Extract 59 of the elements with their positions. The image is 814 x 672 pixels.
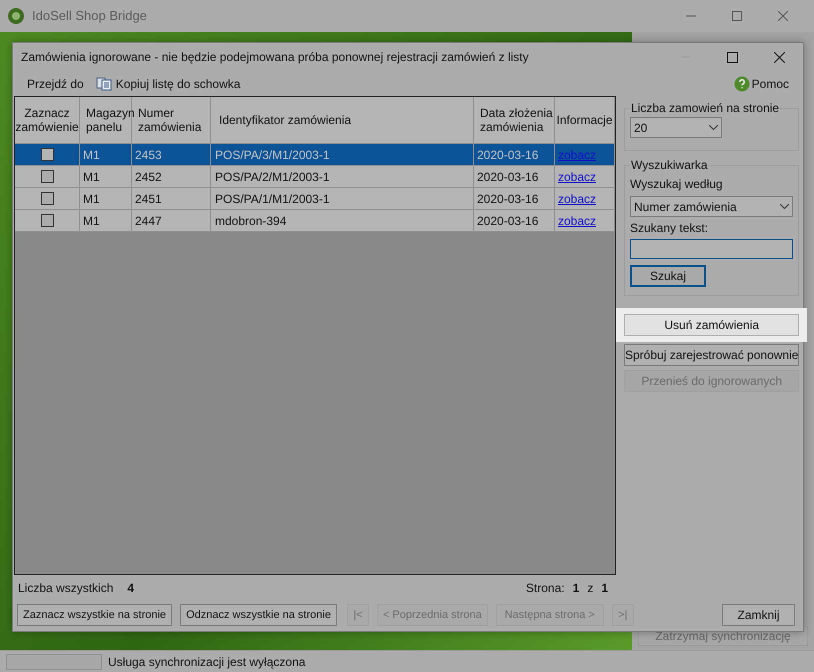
table-cell-text: POS/PA/2/M1/2003-1: [215, 168, 330, 186]
group-label: Wyszukiwarka: [630, 157, 709, 174]
table-cell-text: 2447: [135, 212, 162, 230]
table-cell-text: 2020-03-16: [477, 168, 538, 186]
table-cell-text: 2020-03-16: [477, 190, 538, 208]
per-page-dropdown[interactable]: 20: [630, 117, 722, 138]
chevron-icon: [709, 125, 718, 130]
search-by-dropdown[interactable]: Numer zamówienia: [630, 196, 794, 217]
table-cell-text: POS/PA/1/M1/2003-1: [215, 190, 330, 208]
select-all-button[interactable]: Zaznacz wszystkie na stronie: [17, 604, 172, 626]
page-label: Strona:: [526, 580, 565, 596]
table-cell-text: POS/PA/3/M1/2003-1: [215, 146, 330, 164]
copy-list-button[interactable]: Kopiuj listę do schowka: [96, 74, 240, 92]
group-label: Liczba zamowień na stronie: [630, 100, 780, 117]
total-label: Liczba wszystkich: [18, 580, 114, 596]
go-to-menu[interactable]: Przejdź do: [27, 74, 84, 92]
dialog-title: Zamówienia ignorowane - nie będzie podejmowana próba ponownej rejestracji zamówień z listy: [21, 49, 529, 66]
checkbox[interactable]: [40, 148, 54, 161]
table-cell-text: 2020-03-16: [477, 146, 538, 164]
close-button[interactable]: Zamknij: [722, 604, 795, 626]
search-button[interactable]: Szukaj: [630, 265, 706, 287]
page-separator: z: [587, 580, 594, 596]
retry-register-button[interactable]: Spróbuj zarejestrować ponownie: [624, 344, 800, 366]
table-cell-text: M1: [83, 168, 100, 186]
field-label: Wyszukaj według: [630, 176, 724, 193]
checkbox[interactable]: [40, 192, 54, 205]
chevron-icon: [780, 204, 790, 209]
table-row[interactable]: M1 2452 POS/PA/2/M1/2003-1 2020-03-16 zobacz: [15, 166, 615, 188]
checkbox[interactable]: [40, 170, 54, 183]
field-label: Szukany tekst:: [630, 220, 710, 237]
checkbox[interactable]: [40, 214, 54, 227]
table-row[interactable]: M1 2451 POS/PA/1/M1/2003-1 2020-03-16 zobacz: [15, 188, 615, 210]
delete-orders-button[interactable]: Usuń zamówienia: [624, 314, 800, 336]
deselect-all-button[interactable]: Odznacz wszystkie na stronie: [180, 604, 337, 626]
table-cell-text: M1: [83, 146, 100, 164]
details-link[interactable]: zobacz: [558, 168, 596, 186]
table-cell-text: 2452: [135, 168, 162, 186]
table-cell-text: 2020-03-16: [477, 212, 538, 230]
help-icon: [734, 76, 750, 92]
copy-icon: [96, 76, 112, 90]
table-cell-text: M1: [83, 212, 100, 230]
table-cell-text: M1: [83, 190, 100, 208]
app-logo-icon: [8, 8, 24, 24]
table-cell-text: 2453: [135, 146, 162, 164]
page-value: 1: [572, 580, 580, 596]
table-row[interactable]: M1 2447 mdobron-394 2020-03-16 zobacz: [15, 210, 615, 232]
details-link[interactable]: zobacz: [558, 212, 596, 230]
details-link[interactable]: zobacz: [558, 190, 596, 208]
window-title: IdoSell Shop Bridge: [32, 7, 147, 26]
table-row[interactable]: M1 2453 POS/PA/3/M1/2003-1 2020-03-16 zobacz: [15, 144, 615, 166]
help-link[interactable]: Pomoc: [752, 74, 789, 92]
status-text: Usługa synchronizacji jest wyłączona: [108, 654, 306, 670]
search-input-field[interactable]: [630, 239, 794, 259]
maximize-icon[interactable]: [727, 52, 738, 62]
table-cell-text: 2451: [135, 190, 162, 208]
close-icon[interactable]: [774, 52, 785, 62]
total-value: 4: [127, 580, 134, 596]
page-count: 1: [601, 580, 608, 596]
table-cell-text: mdobron-394: [215, 212, 286, 230]
